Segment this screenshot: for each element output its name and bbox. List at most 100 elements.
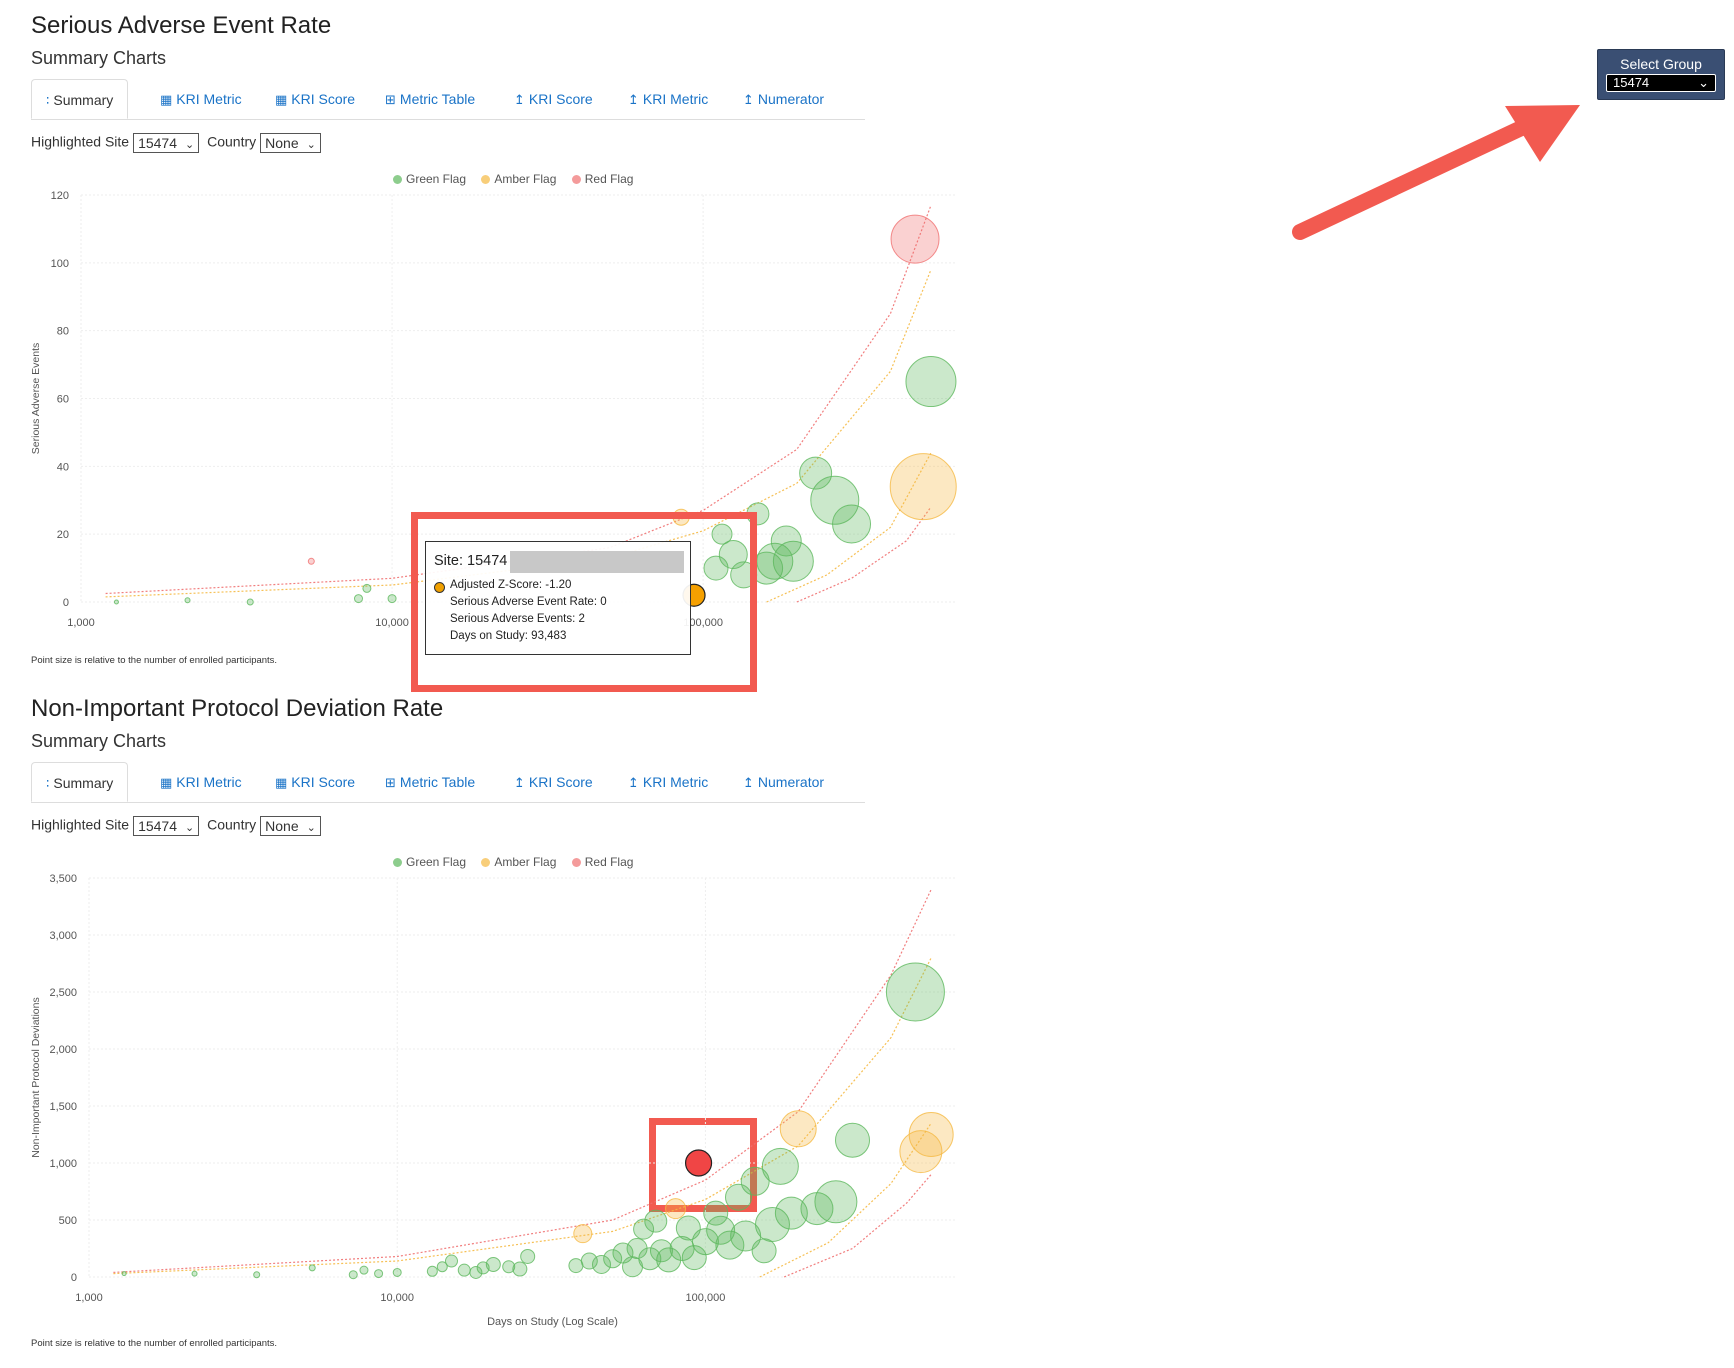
y-tick-label: 3,000 — [49, 930, 77, 942]
data-point-amber — [889, 453, 957, 521]
tab-label: Metric Table — [399, 774, 476, 790]
data-point-green — [191, 1270, 198, 1277]
y-tick-label: 1,000 — [49, 1158, 77, 1170]
line-chart-icon: ↥ — [628, 775, 639, 790]
x-tick-label: 10,000 — [380, 1292, 414, 1304]
threshold-line-red — [783, 1174, 932, 1278]
chart-controls: Highlighted Site 15474 ⌄ Country None ⌄ — [31, 816, 325, 836]
data-point-green — [905, 356, 957, 408]
y-tick-label: 0 — [71, 1272, 77, 1284]
data-point-green — [353, 594, 363, 604]
data-point-green — [644, 1209, 668, 1233]
annotation-box-tooltip — [411, 512, 757, 692]
country-label: Country — [207, 816, 257, 833]
data-point-green — [814, 1180, 858, 1224]
data-point-green — [885, 962, 945, 1022]
tab-metric-table[interactable]: ⊞ Metric Table — [385, 79, 475, 119]
data-point-amber — [665, 1198, 687, 1220]
y-axis-label: Non-Important Protocol Deviations — [30, 997, 42, 1158]
data-point-green — [444, 1254, 458, 1268]
data-point-green — [772, 540, 814, 582]
y-tick-label: 2,500 — [49, 987, 77, 999]
country-select[interactable]: None ⌄ — [260, 816, 321, 836]
y-tick-label: 20 — [57, 529, 69, 541]
tab-metric-table[interactable]: ⊞ Metric Table — [385, 762, 475, 802]
tab-label: KRI Metric — [176, 774, 242, 790]
select-group-dropdown[interactable]: 15474 ⌄ — [1606, 74, 1716, 92]
data-point-green — [761, 1147, 799, 1185]
y-axis-label: Serious Adverse Events — [30, 343, 42, 454]
country-value: None — [265, 135, 299, 151]
tab-kri-metric-line[interactable]: ↥ KRI Metric — [628, 79, 708, 119]
annotation-arrow — [1292, 105, 1580, 240]
data-point-green — [832, 504, 872, 544]
country-value: None — [265, 818, 299, 834]
y-tick-label: 40 — [57, 461, 69, 473]
data-point-green — [387, 594, 397, 604]
tab-label: KRI Score — [291, 91, 356, 107]
country-select[interactable]: None ⌄ — [260, 133, 321, 153]
tab-summary[interactable]: ∶ Summary — [31, 762, 129, 802]
highlighted-site-point — [684, 1149, 713, 1177]
x-tick-label: 10,000 — [375, 617, 409, 629]
data-point-amber — [573, 1224, 593, 1244]
line-chart-icon: ↥ — [628, 92, 639, 107]
y-tick-label: 1,500 — [49, 1101, 77, 1113]
data-point-green — [253, 1271, 261, 1279]
tab-label: Metric Table — [399, 91, 476, 107]
y-tick-label: 100 — [51, 258, 69, 270]
data-point-green — [457, 1263, 471, 1277]
data-point-green — [308, 1264, 316, 1272]
y-tick-label: 80 — [57, 326, 69, 338]
country-label: Country — [207, 133, 257, 150]
select-group-label: Select Group — [1620, 56, 1702, 72]
line-chart-icon: ↥ — [743, 775, 754, 790]
tab-label: KRI Metric — [642, 774, 709, 790]
data-point-amber — [908, 1112, 954, 1157]
select-group-panel[interactable]: Select Group 15474 ⌄ — [1597, 49, 1725, 100]
data-point-green — [751, 1238, 777, 1264]
protocol-deviations-chart: 0 500 1,000 1,500 2,000 2,500 3,000 3,500 1,000 1… — [30, 873, 956, 1328]
chevron-down-icon: ⌄ — [185, 822, 195, 834]
tab-kri-score-bar[interactable]: ▦ KRI Score — [275, 762, 355, 802]
tab-kri-score-line[interactable]: ↥ KRI Score — [514, 762, 593, 802]
data-point-green — [520, 1248, 536, 1264]
tab-kri-score-line[interactable]: ↥ KRI Score — [514, 79, 593, 119]
tab-label: KRI Score — [528, 91, 593, 107]
y-tick-label: 500 — [59, 1215, 77, 1227]
highlighted-site-label: Highlighted Site — [31, 133, 130, 150]
data-point-green — [184, 597, 191, 604]
tab-label: KRI Metric — [176, 91, 242, 107]
tab-numerator[interactable]: ↥ Numerator — [743, 79, 824, 119]
tab-label: KRI Score — [291, 774, 356, 790]
data-point-green — [485, 1256, 501, 1272]
tab-kri-metric-bar[interactable]: ▦ KRI Metric — [160, 762, 242, 802]
tab-label: KRI Score — [528, 774, 593, 790]
y-tick-label: 2,000 — [49, 1044, 77, 1056]
data-point-green — [392, 1267, 402, 1277]
chart-footnote: Point size is relative to the number of … — [31, 1338, 278, 1349]
select-group-value: 15474 — [1613, 75, 1650, 90]
tab-kri-score-bar[interactable]: ▦ KRI Score — [275, 79, 355, 119]
chart-tabs: ∶ Summary ▦ KRI Metric ▦ KRI Score ⊞ Metric … — [31, 762, 865, 803]
data-point-green — [348, 1270, 358, 1280]
data-point-green — [362, 583, 372, 593]
tab-label: Numerator — [757, 774, 825, 790]
chevron-down-icon: ⌄ — [185, 139, 195, 151]
tab-kri-metric-bar[interactable]: ▦ KRI Metric — [160, 79, 242, 119]
bar-chart-icon: ▦ — [160, 92, 173, 107]
x-tick-label: 1,000 — [67, 617, 95, 629]
highlighted-site-select[interactable]: 15474 ⌄ — [133, 133, 200, 153]
tab-kri-metric-line[interactable]: ↥ KRI Metric — [628, 762, 708, 802]
tab-summary[interactable]: ∶ Summary — [31, 79, 129, 119]
tab-numerator[interactable]: ↥ Numerator — [743, 762, 824, 802]
bar-chart-icon: ▦ — [160, 775, 173, 790]
data-point-green — [426, 1265, 438, 1277]
highlighted-site-select[interactable]: 15474 ⌄ — [133, 816, 200, 836]
chart-footnote: Point size is relative to the number of … — [31, 655, 278, 666]
chart-tabs: ∶ Summary ▦ KRI Metric ▦ KRI Score ⊞ Metric … — [31, 79, 865, 120]
y-tick-label: 120 — [51, 190, 69, 202]
tab-label: Numerator — [757, 91, 825, 107]
section-protocol-deviation: Non-Important Protocol Deviation Rate Su… — [30, 683, 991, 1368]
data-point-red — [890, 214, 940, 264]
